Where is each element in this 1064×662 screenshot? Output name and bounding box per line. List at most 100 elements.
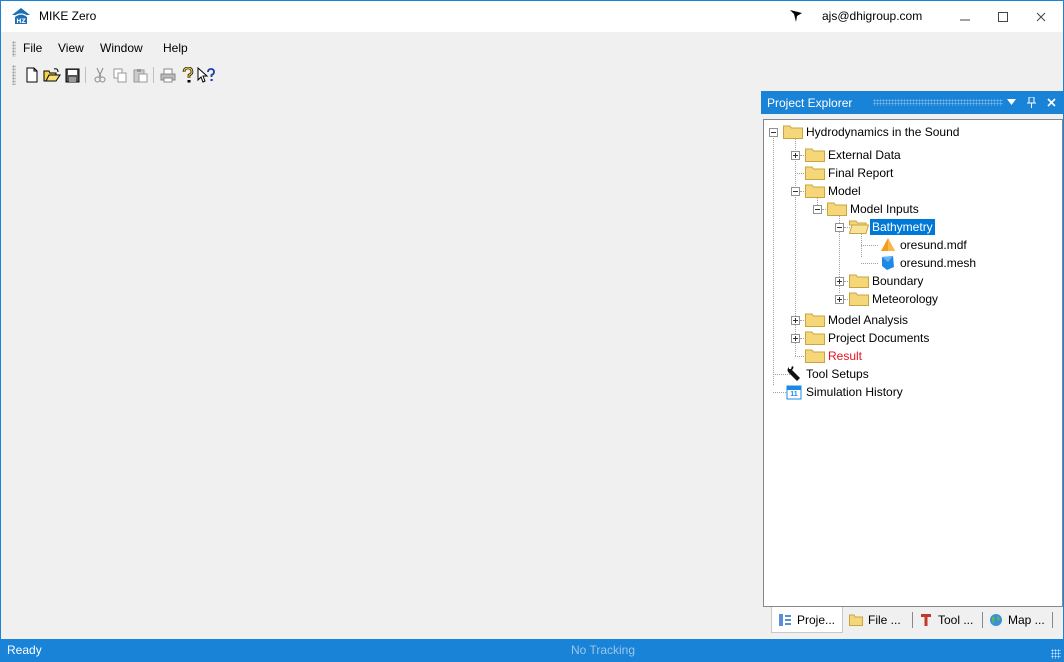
folder-icon xyxy=(805,349,825,363)
explorer-tab-strip: Proje... File ... Tool ... Map ... xyxy=(763,607,1061,633)
folder-icon xyxy=(849,274,869,288)
paste-icon xyxy=(133,68,147,82)
tree-node-mdf-file[interactable]: oresund.mdf xyxy=(898,237,969,253)
collapse-toggle[interactable] xyxy=(791,187,800,196)
menu-window[interactable]: Window xyxy=(98,41,145,55)
menu-view[interactable]: View xyxy=(56,41,86,55)
tree-line xyxy=(773,136,774,385)
open-button[interactable] xyxy=(43,65,61,85)
new-icon xyxy=(26,67,38,83)
cut-icon xyxy=(94,67,106,83)
folder-icon xyxy=(805,313,825,327)
tree-node-external-data[interactable]: External Data xyxy=(826,147,903,163)
tree-node-bathymetry[interactable]: Bathymetry xyxy=(869,218,936,236)
collapse-toggle[interactable] xyxy=(835,223,844,232)
tree-node-root[interactable]: Hydrodynamics in the Sound xyxy=(804,124,961,140)
menu-grip[interactable] xyxy=(12,41,16,57)
folder-icon xyxy=(805,184,825,198)
collapse-toggle[interactable] xyxy=(769,128,778,137)
maximize-icon xyxy=(998,11,1008,22)
folder-icon xyxy=(805,166,825,180)
tree-node-boundary[interactable]: Boundary xyxy=(870,273,925,289)
folder-icon xyxy=(849,292,869,306)
expand-toggle[interactable] xyxy=(835,277,844,286)
menu-help[interactable]: Help xyxy=(161,41,190,55)
tool-icon xyxy=(921,614,931,626)
tree-node-model-analysis[interactable]: Model Analysis xyxy=(826,312,910,328)
print-button[interactable] xyxy=(159,65,177,85)
toolbar xyxy=(1,65,601,87)
help-button[interactable] xyxy=(179,65,197,85)
save-icon xyxy=(65,68,79,82)
tree-node-simulation-history[interactable]: Simulation History xyxy=(804,384,905,400)
tree-node-model-inputs[interactable]: Model Inputs xyxy=(848,201,921,217)
main-workspace[interactable] xyxy=(11,91,761,635)
tab-tool-explorer[interactable]: Tool ... xyxy=(913,607,983,633)
maximize-button[interactable] xyxy=(983,1,1023,32)
tree-node-model[interactable]: Model xyxy=(826,183,863,199)
tab-label: File ... xyxy=(868,613,901,627)
user-account[interactable]: ajs@dhigroup.com xyxy=(822,9,922,23)
print-icon xyxy=(160,68,176,82)
collapse-toggle[interactable] xyxy=(813,205,822,214)
panel-close-button[interactable] xyxy=(1043,94,1059,110)
filter-icon[interactable] xyxy=(789,9,803,23)
project-explorer-icon xyxy=(779,613,791,626)
tree-node-result[interactable]: Result xyxy=(826,348,864,364)
menu-file[interactable]: File xyxy=(21,41,44,55)
wrench-icon xyxy=(787,366,800,381)
close-button[interactable] xyxy=(1021,1,1061,32)
cut-button[interactable] xyxy=(91,65,109,85)
tree-line xyxy=(861,263,878,264)
window-title: MIKE Zero xyxy=(39,9,97,23)
expand-toggle[interactable] xyxy=(791,316,800,325)
tree-node-meteorology[interactable]: Meteorology xyxy=(870,291,940,307)
help-icon xyxy=(182,67,194,83)
svg-text:HZ: HZ xyxy=(16,18,26,25)
folder-icon xyxy=(783,125,803,139)
expand-toggle[interactable] xyxy=(791,334,800,343)
header-grip-pattern xyxy=(873,99,1003,106)
project-explorer-header[interactable]: Project Explorer xyxy=(761,91,1063,114)
calendar-day-label: 11 xyxy=(790,391,798,398)
folder-icon xyxy=(805,148,825,162)
menu-bar: File View Window Help xyxy=(1,39,1063,59)
save-button[interactable] xyxy=(63,65,81,85)
toolbar-separator xyxy=(153,67,154,83)
context-help-icon xyxy=(197,67,215,83)
tab-label: Proje... xyxy=(797,612,836,627)
globe-icon xyxy=(990,614,1002,626)
project-explorer-panel: Project Explorer Hydrodynamics in the So… xyxy=(761,91,1063,635)
toolbar-grip[interactable] xyxy=(12,65,16,85)
copy-button[interactable] xyxy=(111,65,129,85)
tree-node-project-documents[interactable]: Project Documents xyxy=(826,330,931,346)
tree-node-final-report[interactable]: Final Report xyxy=(826,165,895,181)
project-tree[interactable]: Hydrodynamics in the Sound External Data… xyxy=(763,119,1063,607)
resize-grip[interactable] xyxy=(1051,649,1061,659)
tree-node-tool-setups[interactable]: Tool Setups xyxy=(804,366,871,382)
minimize-button[interactable] xyxy=(945,1,985,32)
status-bar: Ready No Tracking xyxy=(1,639,1063,661)
expand-toggle[interactable] xyxy=(835,295,844,304)
tab-label: Map ... xyxy=(1008,613,1045,627)
folder-icon xyxy=(827,202,847,216)
new-button[interactable] xyxy=(23,65,41,85)
title-bar[interactable]: HZ MIKE Zero ajs@dhigroup.com xyxy=(1,1,1063,32)
close-icon xyxy=(1046,97,1056,107)
status-text: Ready xyxy=(7,643,42,657)
tree-node-mesh-file[interactable]: oresund.mesh xyxy=(898,255,978,271)
context-help-button[interactable] xyxy=(197,65,215,85)
tab-file-explorer[interactable]: File ... xyxy=(843,607,913,633)
open-folder-icon xyxy=(849,220,869,234)
main-window: HZ MIKE Zero ajs@dhigroup.com File View … xyxy=(0,0,1064,662)
copy-icon xyxy=(113,68,126,82)
paste-button[interactable] xyxy=(131,65,149,85)
mesh-file-icon xyxy=(882,256,894,270)
tab-project-explorer[interactable]: Proje... xyxy=(771,607,843,633)
tracking-status: No Tracking xyxy=(571,643,636,657)
expand-toggle[interactable] xyxy=(791,151,800,160)
pin-button[interactable] xyxy=(1023,94,1039,110)
tab-label: Tool ... xyxy=(938,613,974,627)
panel-menu-button[interactable] xyxy=(1003,94,1019,110)
tab-map-explorer[interactable]: Map ... xyxy=(983,607,1053,633)
